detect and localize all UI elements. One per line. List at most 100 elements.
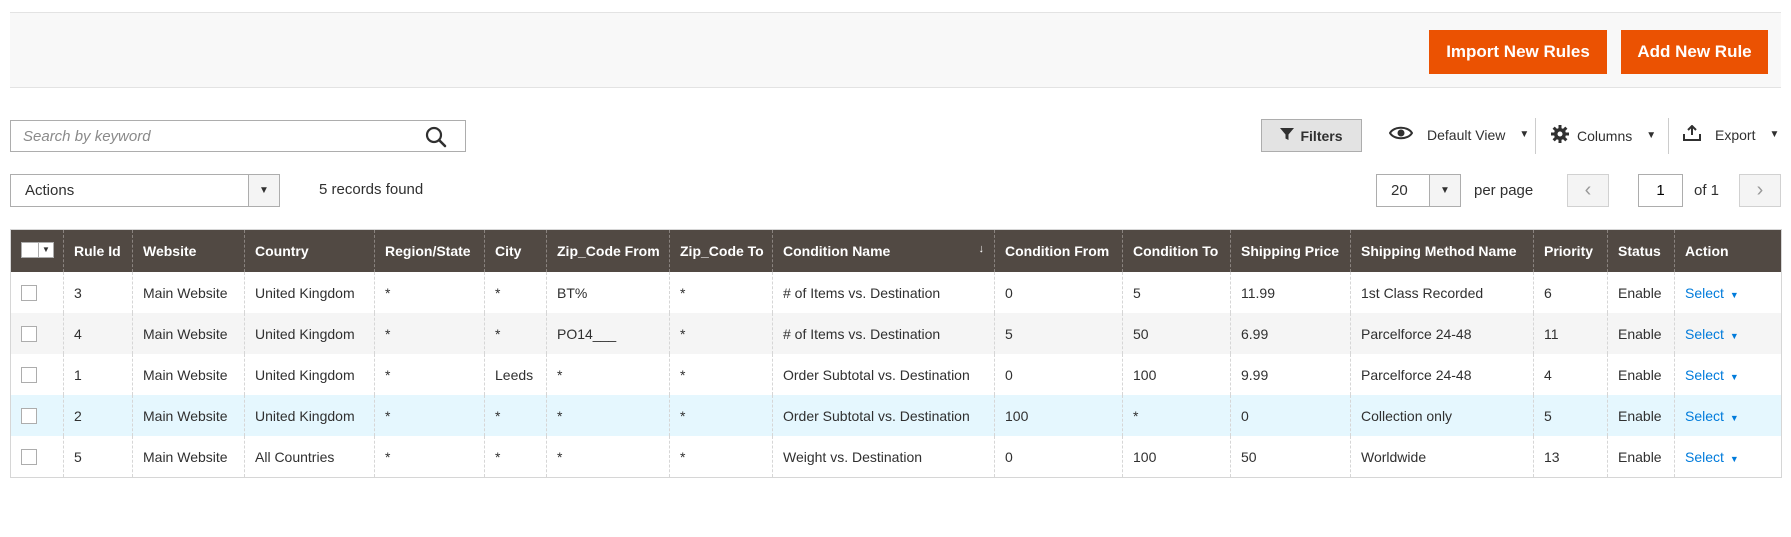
region-cell: * bbox=[374, 313, 485, 354]
zip-from-cell: PO14___ bbox=[546, 313, 670, 354]
columns-control[interactable]: Columns ▼ bbox=[1551, 125, 1656, 146]
table-header-row: ▼ Rule Id Website Country Region/State C… bbox=[10, 229, 1782, 272]
column-header[interactable]: Website bbox=[132, 229, 245, 272]
shipping-method-cell: Worldwide bbox=[1350, 436, 1534, 478]
mass-actions-dropdown[interactable]: Actions ▼ bbox=[10, 174, 280, 207]
condition-name-cell: Order Subtotal vs. Destination bbox=[772, 354, 995, 395]
row-select-cell bbox=[10, 395, 64, 436]
condition-from-cell: 5 bbox=[994, 313, 1123, 354]
gear-icon bbox=[1551, 125, 1569, 146]
row-select-cell bbox=[10, 272, 64, 313]
condition-from-cell: 0 bbox=[994, 272, 1123, 313]
search-icon[interactable] bbox=[425, 126, 447, 148]
export-control[interactable]: Export ▼ bbox=[1683, 124, 1780, 144]
row-checkbox[interactable] bbox=[21, 285, 37, 302]
zip-from-cell: * bbox=[546, 354, 670, 395]
select-action-link[interactable]: Select ▼ bbox=[1685, 367, 1739, 383]
actions-label: Actions bbox=[25, 182, 75, 199]
import-new-rules-button[interactable]: Import New Rules bbox=[1429, 30, 1607, 74]
mass-select-header[interactable]: ▼ bbox=[10, 229, 64, 272]
page-number-input[interactable] bbox=[1638, 174, 1683, 207]
status-cell: Enable bbox=[1607, 354, 1675, 395]
search-input[interactable] bbox=[21, 121, 425, 151]
table-row[interactable]: 5 Main Website All Countries * * * * Weight vs.… bbox=[10, 436, 1782, 478]
select-action-label: Select bbox=[1685, 448, 1724, 465]
chevron-down-icon: ▼ bbox=[1769, 129, 1780, 140]
column-header[interactable]: Zip_Code From bbox=[546, 229, 670, 272]
column-header-sorted[interactable]: Condition Name ↓ bbox=[772, 229, 995, 272]
records-count: 5 records found bbox=[319, 181, 424, 198]
previous-page-button[interactable]: ‹ bbox=[1567, 174, 1609, 207]
table-row[interactable]: 4 Main Website United Kingdom * * PO14___ * # o… bbox=[10, 313, 1782, 354]
select-action-link[interactable]: Select ▼ bbox=[1685, 326, 1739, 342]
chevron-down-icon: ▼ bbox=[1519, 129, 1530, 140]
column-header[interactable]: Country bbox=[244, 229, 375, 272]
select-action-link[interactable]: Select ▼ bbox=[1685, 285, 1739, 301]
condition-to-cell: 5 bbox=[1122, 272, 1231, 313]
website-cell: Main Website bbox=[132, 313, 245, 354]
country-cell: All Countries bbox=[244, 436, 375, 478]
condition-to-cell: 100 bbox=[1122, 436, 1231, 478]
priority-cell: 11 bbox=[1533, 313, 1608, 354]
region-cell: * bbox=[374, 436, 485, 478]
zip-to-cell: * bbox=[669, 272, 773, 313]
table-row[interactable]: 2 Main Website United Kingdom * * * * Order Sub… bbox=[10, 395, 1782, 436]
per-page-select[interactable]: 20 ▼ bbox=[1376, 174, 1461, 207]
zip-to-cell: * bbox=[669, 436, 773, 478]
column-header[interactable]: Zip_Code To bbox=[669, 229, 773, 272]
shipping-price-cell: 11.99 bbox=[1230, 272, 1351, 313]
shipping-price-cell: 9.99 bbox=[1230, 354, 1351, 395]
country-cell: United Kingdom bbox=[244, 395, 375, 436]
website-cell: Main Website bbox=[132, 354, 245, 395]
view-switcher[interactable]: Default View ▼ bbox=[1388, 125, 1530, 144]
column-header[interactable]: Priority bbox=[1533, 229, 1608, 272]
row-checkbox[interactable] bbox=[21, 367, 37, 384]
column-header[interactable]: City bbox=[484, 229, 547, 272]
chevron-down-icon[interactable]: ▼ bbox=[39, 241, 54, 258]
column-header[interactable]: Condition To bbox=[1122, 229, 1231, 272]
select-action-link[interactable]: Select ▼ bbox=[1685, 449, 1739, 465]
condition-name-cell: # of Items vs. Destination bbox=[772, 313, 995, 354]
rule-id-cell: 4 bbox=[63, 313, 133, 354]
status-cell: Enable bbox=[1607, 395, 1675, 436]
column-header[interactable]: Rule Id bbox=[63, 229, 133, 272]
shipping-price-cell: 50 bbox=[1230, 436, 1351, 478]
column-header[interactable]: Shipping Method Name bbox=[1350, 229, 1534, 272]
condition-from-cell: 0 bbox=[994, 436, 1123, 478]
city-cell: * bbox=[484, 313, 547, 354]
shipping-rules-table: ▼ Rule Id Website Country Region/State C… bbox=[10, 229, 1782, 478]
filters-button[interactable]: Filters bbox=[1261, 119, 1362, 152]
select-action-link[interactable]: Select ▼ bbox=[1685, 408, 1739, 424]
row-checkbox[interactable] bbox=[21, 449, 37, 466]
filters-label: Filters bbox=[1300, 127, 1343, 144]
chevron-down-icon: ▼ bbox=[1429, 175, 1460, 206]
table-row[interactable]: 3 Main Website United Kingdom * * BT% * # of It… bbox=[10, 272, 1782, 313]
condition-name-cell: Weight vs. Destination bbox=[772, 436, 995, 478]
row-checkbox[interactable] bbox=[21, 408, 37, 425]
next-page-button[interactable]: › bbox=[1739, 174, 1781, 207]
column-header[interactable]: Status bbox=[1607, 229, 1675, 272]
select-action-label: Select bbox=[1685, 366, 1724, 383]
column-header[interactable]: Shipping Price bbox=[1230, 229, 1351, 272]
city-cell: * bbox=[484, 395, 547, 436]
country-cell: United Kingdom bbox=[244, 272, 375, 313]
add-new-rule-button[interactable]: Add New Rule bbox=[1621, 30, 1768, 74]
condition-to-cell: 50 bbox=[1122, 313, 1231, 354]
column-header[interactable]: Region/State bbox=[374, 229, 485, 272]
status-cell: Enable bbox=[1607, 313, 1675, 354]
eye-icon bbox=[1388, 125, 1414, 144]
select-all-checkbox[interactable] bbox=[21, 241, 39, 258]
row-checkbox[interactable] bbox=[21, 326, 37, 343]
page-actions-bar: Import New Rules Add New Rule bbox=[10, 12, 1781, 88]
page-total: of 1 bbox=[1694, 182, 1720, 199]
city-cell: * bbox=[484, 272, 547, 313]
search-box bbox=[10, 120, 466, 152]
column-header[interactable]: Condition From bbox=[994, 229, 1123, 272]
view-label: Default View bbox=[1427, 126, 1506, 143]
column-header: Action bbox=[1674, 229, 1782, 272]
status-cell: Enable bbox=[1607, 272, 1675, 313]
table-row[interactable]: 1 Main Website United Kingdom * Leeds * * Order… bbox=[10, 354, 1782, 395]
condition-name-cell: # of Items vs. Destination bbox=[772, 272, 995, 313]
condition-from-cell: 100 bbox=[994, 395, 1123, 436]
row-select-cell bbox=[10, 313, 64, 354]
